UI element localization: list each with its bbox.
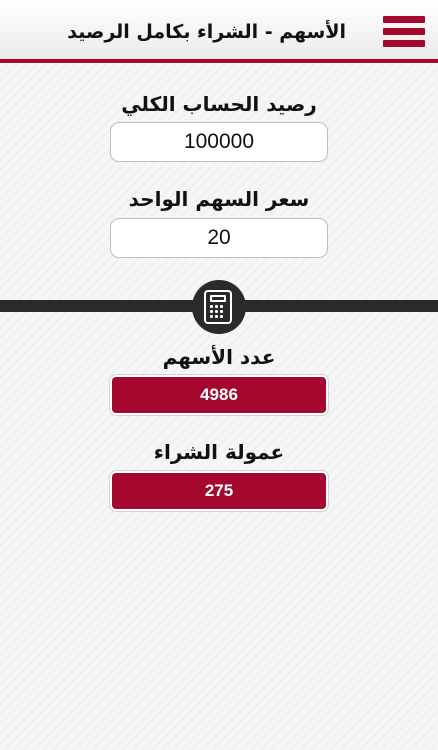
- shares-count-label: عدد الأسهم: [162, 345, 276, 369]
- total-balance-input[interactable]: [110, 122, 328, 162]
- purchase-commission-label: عمولة الشراء: [153, 440, 285, 464]
- calculate-button[interactable]: [192, 280, 246, 334]
- hamburger-menu-icon[interactable]: [383, 16, 425, 50]
- share-price-input[interactable]: [110, 218, 328, 258]
- calculator-icon: [204, 290, 232, 324]
- purchase-commission-value: 275: [110, 471, 328, 511]
- top-bar: الأسهم - الشراء بكامل الرصيد: [0, 0, 438, 63]
- shares-count-value: 4986: [110, 375, 328, 415]
- page-title: الأسهم - الشراء بكامل الرصيد: [67, 21, 346, 43]
- total-balance-label: رصيد الحساب الكلي: [121, 92, 317, 116]
- share-price-label: سعر السهم الواحد: [128, 187, 310, 211]
